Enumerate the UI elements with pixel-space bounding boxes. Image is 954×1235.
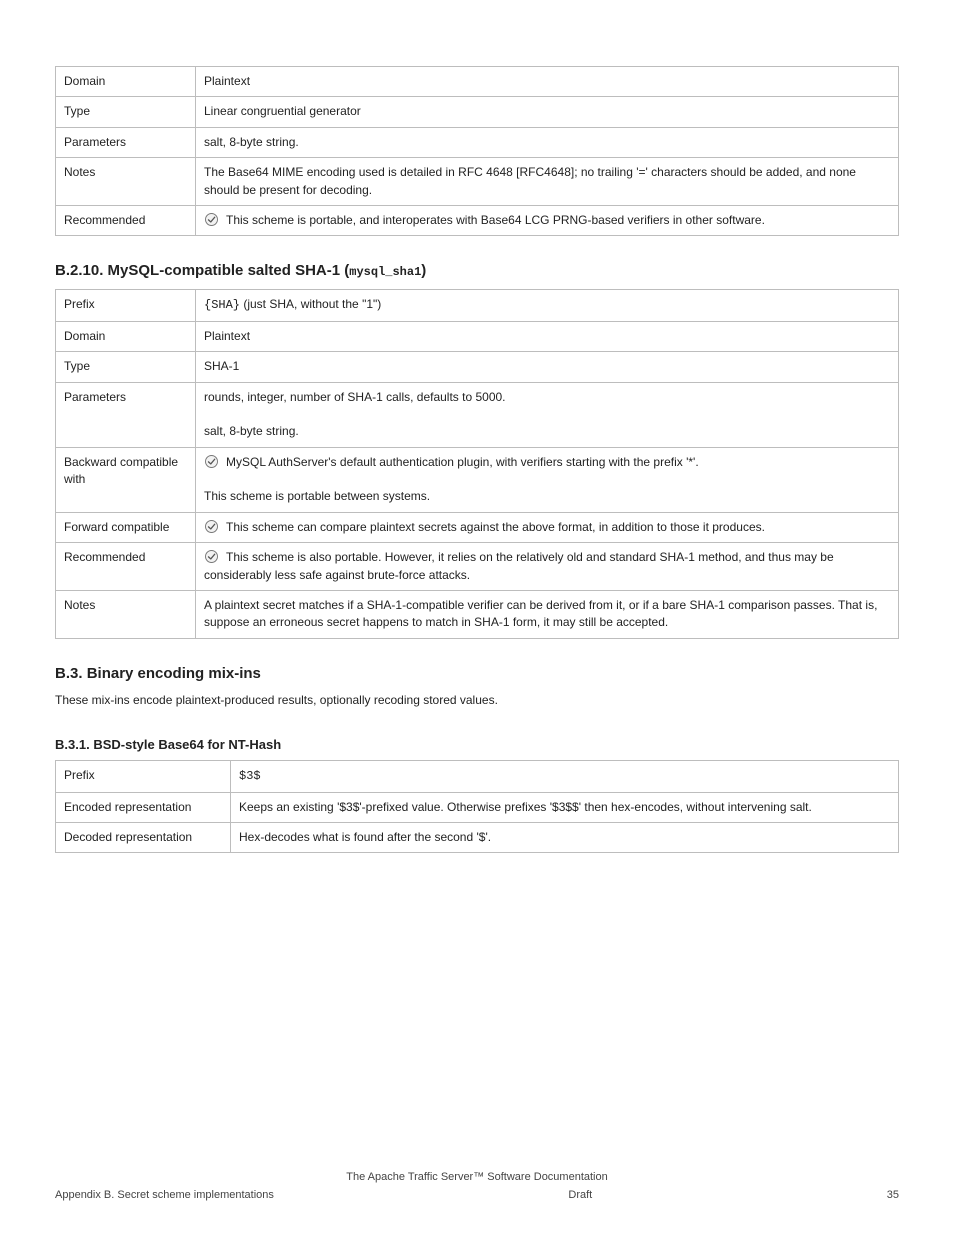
page-footer: The Apache Traffic Server™ Software Docu…: [0, 1171, 954, 1201]
table-row: Backward compatible with MySQL AuthServe…: [56, 447, 899, 512]
cell-text: (just SHA, without the "1"): [240, 297, 381, 311]
table-row: Notes The Base64 MIME encoding used is d…: [56, 158, 899, 206]
cell-value: Plaintext: [196, 67, 899, 97]
section-name: MySQL-compatible salted SHA-1: [108, 262, 341, 279]
cell-label: Prefix: [56, 761, 231, 792]
cell-label: Parameters: [56, 127, 196, 157]
footer-title: The Apache Traffic Server™ Software Docu…: [55, 1171, 899, 1183]
footer-center: Draft: [274, 1189, 887, 1201]
cell-label: Decoded representation: [56, 822, 231, 852]
table-row: Recommended This scheme is also portable…: [56, 543, 899, 591]
check-icon: [204, 212, 219, 227]
cell-value: Hex-decodes what is found after the seco…: [231, 822, 899, 852]
cell-label: Backward compatible with: [56, 447, 196, 512]
cell-label: Prefix: [56, 290, 196, 321]
cell-value: {SHA} (just SHA, without the "1"): [196, 290, 899, 321]
table-row: Prefix $3$: [56, 761, 899, 792]
check-icon: [204, 549, 219, 564]
cell-value: Keeps an existing '$3$'-prefixed value. …: [231, 792, 899, 822]
cell-label: Forward compatible: [56, 512, 196, 542]
cell-value: This scheme is portable, and interoperat…: [196, 205, 899, 235]
section-heading-binary-mixins: B.3. Binary encoding mix-ins: [55, 665, 899, 682]
prefix-code: {SHA}: [204, 298, 240, 312]
table-row: Forward compatible This scheme can compa…: [56, 512, 899, 542]
cell-label: Recommended: [56, 543, 196, 591]
cell-value: A plaintext secret matches if a SHA-1-co…: [196, 591, 899, 639]
section-number: B.3.: [55, 665, 83, 682]
section-name: Binary encoding mix-ins: [87, 665, 261, 682]
cell-label: Notes: [56, 158, 196, 206]
cell-label: Domain: [56, 67, 196, 97]
prefix-code: $3$: [239, 769, 261, 783]
cell-value: This scheme can compare plaintext secret…: [196, 512, 899, 542]
table-row: Type Linear congruential generator: [56, 97, 899, 127]
cell-value: $3$: [231, 761, 899, 792]
section-name: BSD-style Base64 for NT-Hash: [93, 737, 281, 752]
cell-text: This scheme is also portable. However, i…: [204, 550, 834, 581]
section-heading-bsd-base64-nthash: B.3.1. BSD-style Base64 for NT-Hash: [55, 737, 899, 752]
footer-page-number: 35: [887, 1189, 899, 1201]
section-heading-mysql-sha1: B.2.10. MySQL-compatible salted SHA-1 (m…: [55, 262, 899, 279]
footer-left: Appendix B. Secret scheme implementation…: [55, 1189, 274, 1201]
cell-label: Notes: [56, 591, 196, 639]
cell-text: MySQL AuthServer's default authenticatio…: [204, 455, 699, 504]
cell-label: Domain: [56, 321, 196, 351]
cell-label: Type: [56, 97, 196, 127]
cell-text: This scheme can compare plaintext secret…: [226, 520, 765, 534]
cell-label: Recommended: [56, 205, 196, 235]
cell-value: MySQL AuthServer's default authenticatio…: [196, 447, 899, 512]
table-row: Domain Plaintext: [56, 321, 899, 351]
section-number: B.2.10.: [55, 262, 103, 279]
cell-value: SHA-1: [196, 352, 899, 382]
table-row: Type SHA-1: [56, 352, 899, 382]
check-icon: [204, 519, 219, 534]
section-anchor: mysql_sha1: [349, 265, 421, 279]
cell-value: Linear congruential generator: [196, 97, 899, 127]
table-row: Encoded representation Keeps an existing…: [56, 792, 899, 822]
cell-value: Plaintext: [196, 321, 899, 351]
table-scheme-base64-lcg: Domain Plaintext Type Linear congruentia…: [55, 66, 899, 236]
table-scheme-bsd-base64-nthash: Prefix $3$ Encoded representation Keeps …: [55, 760, 899, 853]
table-scheme-mysql-sha1: Prefix {SHA} (just SHA, without the "1")…: [55, 289, 899, 638]
table-row: Parameters rounds, integer, number of SH…: [56, 382, 899, 447]
table-row: Notes A plaintext secret matches if a SH…: [56, 591, 899, 639]
table-row: Prefix {SHA} (just SHA, without the "1"): [56, 290, 899, 321]
cell-value: rounds, integer, number of SHA-1 calls, …: [196, 382, 899, 447]
cell-label: Parameters: [56, 382, 196, 447]
table-row: Domain Plaintext: [56, 67, 899, 97]
table-row: Recommended This scheme is portable, and…: [56, 205, 899, 235]
table-row: Decoded representation Hex-decodes what …: [56, 822, 899, 852]
cell-value: salt, 8-byte string.: [196, 127, 899, 157]
cell-label: Type: [56, 352, 196, 382]
table-row: Parameters salt, 8-byte string.: [56, 127, 899, 157]
cell-label: Encoded representation: [56, 792, 231, 822]
check-icon: [204, 454, 219, 469]
paragraph-mixins-intro: These mix-ins encode plaintext-produced …: [55, 692, 899, 709]
section-number: B.3.1.: [55, 737, 90, 752]
cell-value: This scheme is also portable. However, i…: [196, 543, 899, 591]
cell-value: The Base64 MIME encoding used is detaile…: [196, 158, 899, 206]
cell-text: This scheme is portable, and interoperat…: [226, 213, 765, 227]
